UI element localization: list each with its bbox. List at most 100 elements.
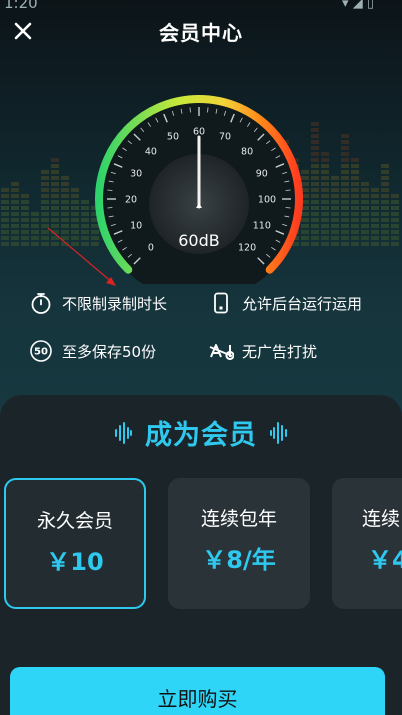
- membership-title: 成为会员: [0, 413, 402, 452]
- equalizer-bar: [11, 182, 19, 186]
- equalizer-bar: [31, 230, 39, 234]
- equalizer-bar: [31, 218, 39, 222]
- feature-item-save-limit: 50 至多保存50份: [28, 338, 156, 364]
- equalizer-bar: [61, 194, 69, 198]
- equalizer-bar: [1, 224, 9, 228]
- equalizer-bar: [361, 206, 369, 210]
- equalizer-bar: [61, 212, 69, 216]
- equalizer-bar: [351, 242, 359, 246]
- equalizer-bar: [41, 218, 49, 222]
- equalizer-bar: [21, 230, 29, 234]
- equalizer-bar: [361, 230, 369, 234]
- equalizer-bar: [341, 224, 349, 228]
- membership-panel: 成为会员 永久会员 ￥10 连续包年 ￥8/年 连续 ￥4 立即购买: [0, 395, 402, 715]
- svg-text:50: 50: [34, 347, 48, 358]
- equalizer-bar: [341, 176, 349, 180]
- equalizer-bar: [351, 164, 359, 168]
- equalizer-bar: [71, 200, 79, 204]
- equalizer-bar: [1, 194, 9, 198]
- plan-card-yearly[interactable]: 连续包年 ￥8/年: [168, 478, 310, 609]
- equalizer-bar: [31, 242, 39, 246]
- equalizer-bar: [11, 242, 19, 246]
- equalizer-bar: [321, 212, 329, 216]
- equalizer-bar: [71, 212, 79, 216]
- equalizer-bar: [71, 206, 79, 210]
- equalizer-bar: [311, 164, 319, 168]
- equalizer-bar: [1, 200, 9, 204]
- equalizer-bar: [321, 188, 329, 192]
- equalizer-bar: [341, 182, 349, 186]
- equalizer-bar: [11, 188, 19, 192]
- equalizer-bar: [321, 152, 329, 156]
- plan-card-lifetime[interactable]: 永久会员 ￥10: [4, 478, 146, 609]
- equalizer-bar: [61, 206, 69, 210]
- equalizer-bar: [391, 212, 399, 216]
- equalizer-bar: [61, 188, 69, 192]
- equalizer-bar: [331, 194, 339, 198]
- equalizer-bar: [391, 206, 399, 210]
- equalizer-bar: [371, 230, 379, 234]
- equalizer-bar: [341, 236, 349, 240]
- equalizer-bar: [71, 188, 79, 192]
- equalizer-bar: [41, 200, 49, 204]
- equalizer-bar: [321, 242, 329, 246]
- equalizer-bar: [41, 170, 49, 174]
- plan-name: 连续包年: [200, 508, 277, 530]
- equalizer-bar: [311, 146, 319, 150]
- equalizer-bar: [351, 206, 359, 210]
- equalizer-bar: [311, 122, 319, 126]
- equalizer-bar: [371, 212, 379, 216]
- equalizer-bar: [21, 200, 29, 204]
- equalizer-bar: [361, 200, 369, 204]
- equalizer-bar: [11, 230, 19, 234]
- plan-card-continuous[interactable]: 连续 ￥4: [332, 478, 402, 609]
- buy-now-button[interactable]: 立即购买: [10, 667, 385, 715]
- equalizer-bar: [41, 194, 49, 198]
- equalizer-bar: [381, 182, 389, 186]
- equalizer-bar: [51, 206, 59, 210]
- equalizer-bar: [331, 188, 339, 192]
- sound-wave-icon: [270, 421, 287, 444]
- plan-name: 连续: [362, 508, 401, 530]
- equalizer-bar: [11, 206, 19, 210]
- equalizer-bar: [381, 194, 389, 198]
- equalizer-bar: [41, 236, 49, 240]
- equalizer-bar: [311, 152, 319, 156]
- equalizer-bar: [331, 224, 339, 228]
- equalizer-bar: [351, 230, 359, 234]
- plan-price: ￥10: [46, 548, 104, 576]
- equalizer-bar: [311, 206, 319, 210]
- gauge-tick-label: 30: [130, 168, 142, 179]
- equalizer-bar: [391, 230, 399, 234]
- equalizer-bar: [21, 206, 29, 210]
- status-icons: ▾ ◢ ▯: [342, 0, 374, 11]
- equalizer-bar: [321, 164, 329, 168]
- gauge-tick-label: 90: [256, 168, 268, 179]
- equalizer-bar: [11, 200, 19, 204]
- equalizer-bar: [351, 182, 359, 186]
- equalizer-bar: [381, 242, 389, 246]
- gauge-reading: 60dB: [178, 231, 220, 250]
- equalizer-bar: [351, 194, 359, 198]
- equalizer-bar: [341, 170, 349, 174]
- equalizer-bar: [371, 200, 379, 204]
- equalizer-bar: [321, 224, 329, 228]
- equalizer-bar: [371, 242, 379, 246]
- gauge-tick-label: 20: [125, 195, 137, 206]
- equalizer-bar: [1, 236, 9, 240]
- equalizer-bar: [351, 158, 359, 162]
- equalizer-bar: [341, 194, 349, 198]
- phone-icon: [208, 290, 234, 316]
- equalizer-bar: [371, 236, 379, 240]
- equalizer-bar: [21, 242, 29, 246]
- equalizer-bar: [41, 212, 49, 216]
- equalizer-bar: [361, 194, 369, 198]
- equalizer-bar: [71, 230, 79, 234]
- equalizer-bar: [61, 218, 69, 222]
- equalizer-bar: [51, 218, 59, 222]
- equalizer-bar: [341, 230, 349, 234]
- equalizer-bar: [61, 182, 69, 186]
- equalizer-bar: [311, 218, 319, 222]
- equalizer-bar: [331, 206, 339, 210]
- plan-price: ￥8/年: [202, 546, 276, 574]
